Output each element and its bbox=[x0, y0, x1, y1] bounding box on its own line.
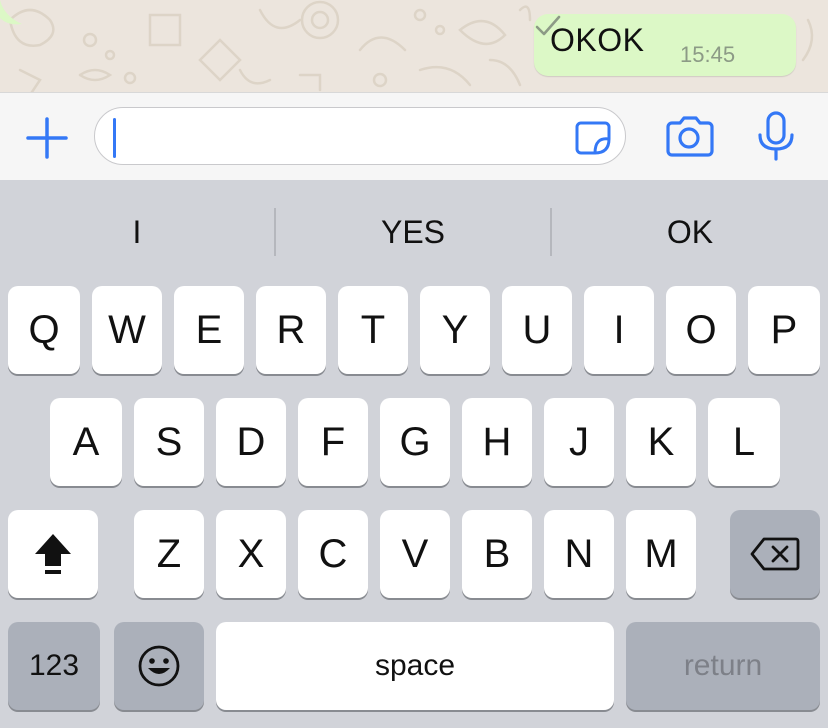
keyboard: I YES OK Q W E R T Y U I O P A S D F G H… bbox=[0, 180, 828, 728]
key-c[interactable]: C bbox=[298, 510, 368, 598]
suggestion-2[interactable]: YES bbox=[276, 208, 550, 256]
key-g[interactable]: G bbox=[380, 398, 450, 486]
key-s[interactable]: S bbox=[134, 398, 204, 486]
backspace-icon bbox=[750, 537, 800, 571]
suggestion-3[interactable]: OK bbox=[552, 208, 828, 256]
numbers-key[interactable]: 123 bbox=[8, 622, 100, 710]
chat-background: OKOK 15:45 bbox=[0, 0, 828, 92]
emoji-key[interactable] bbox=[114, 622, 204, 710]
message-input[interactable] bbox=[94, 107, 626, 165]
key-a[interactable]: A bbox=[50, 398, 122, 486]
bubble-tail bbox=[0, 0, 22, 25]
key-l[interactable]: L bbox=[708, 398, 780, 486]
key-p[interactable]: P bbox=[748, 286, 820, 374]
key-j[interactable]: J bbox=[544, 398, 614, 486]
key-z[interactable]: Z bbox=[134, 510, 204, 598]
key-i[interactable]: I bbox=[584, 286, 654, 374]
camera-icon[interactable] bbox=[664, 115, 714, 159]
sticker-icon[interactable] bbox=[575, 119, 613, 157]
backspace-key[interactable] bbox=[730, 510, 820, 598]
key-u[interactable]: U bbox=[502, 286, 572, 374]
return-key[interactable]: return bbox=[626, 622, 820, 710]
message-text: OKOK bbox=[550, 22, 645, 58]
key-b[interactable]: B bbox=[462, 510, 532, 598]
microphone-icon[interactable] bbox=[756, 111, 796, 163]
space-key[interactable]: space bbox=[216, 622, 614, 710]
key-o[interactable]: O bbox=[666, 286, 736, 374]
single-check-icon bbox=[535, 15, 561, 36]
key-r[interactable]: R bbox=[256, 286, 326, 374]
key-n[interactable]: N bbox=[544, 510, 614, 598]
key-q[interactable]: Q bbox=[8, 286, 80, 374]
key-h[interactable]: H bbox=[462, 398, 532, 486]
key-w[interactable]: W bbox=[92, 286, 162, 374]
plus-icon[interactable] bbox=[24, 115, 70, 161]
key-k[interactable]: K bbox=[626, 398, 696, 486]
message-input-bar bbox=[0, 92, 828, 181]
shift-key[interactable] bbox=[8, 510, 98, 598]
suggestion-bar: I YES OK bbox=[0, 180, 828, 280]
shift-icon bbox=[35, 534, 71, 574]
key-y[interactable]: Y bbox=[420, 286, 490, 374]
key-t[interactable]: T bbox=[338, 286, 408, 374]
message-time: 15:45 bbox=[680, 42, 736, 67]
emoji-icon bbox=[138, 645, 180, 687]
key-e[interactable]: E bbox=[174, 286, 244, 374]
text-caret bbox=[113, 118, 116, 158]
key-v[interactable]: V bbox=[380, 510, 450, 598]
key-f[interactable]: F bbox=[298, 398, 368, 486]
key-m[interactable]: M bbox=[626, 510, 696, 598]
message-bubble[interactable]: OKOK 15:45 bbox=[534, 14, 796, 76]
suggestion-1[interactable]: I bbox=[0, 208, 274, 256]
key-d[interactable]: D bbox=[216, 398, 286, 486]
key-x[interactable]: X bbox=[216, 510, 286, 598]
